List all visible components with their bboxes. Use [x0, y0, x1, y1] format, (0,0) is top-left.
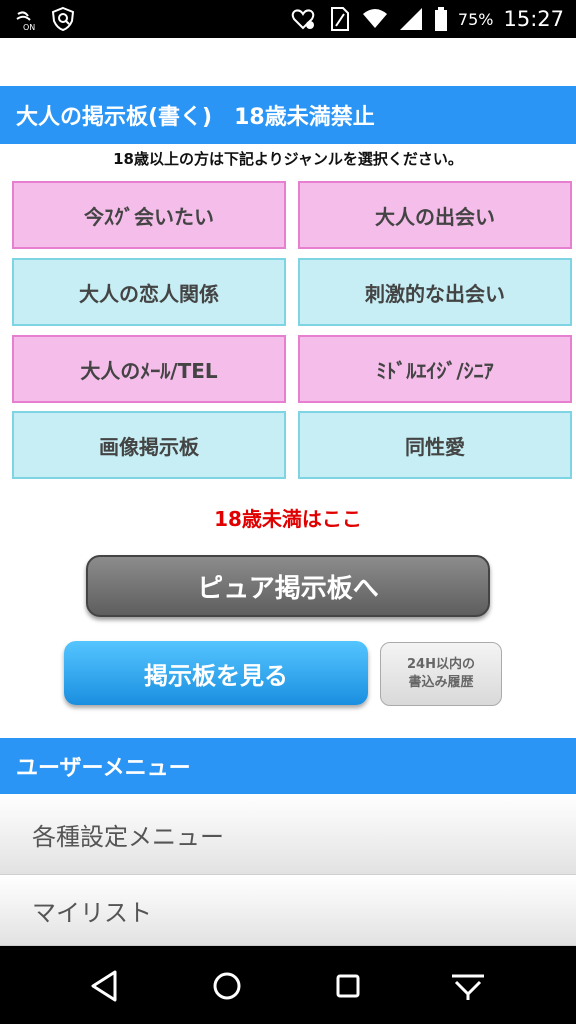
recents-icon[interactable]: [328, 966, 368, 1006]
home-icon[interactable]: [207, 966, 247, 1006]
genre-button[interactable]: 今ｽｸﾞ会いたい: [12, 181, 286, 249]
genre-button[interactable]: 画像掲示板: [12, 411, 286, 479]
status-bar: ON 75% 15:27: [0, 0, 576, 38]
view-board-button[interactable]: 掲示板を見る: [64, 641, 368, 705]
menu-item-mylist[interactable]: マイリスト: [0, 876, 576, 946]
history-button-line1: 24H以内の: [407, 657, 475, 673]
genre-button[interactable]: 刺激的な出会い: [298, 258, 572, 326]
navigation-bar: [0, 946, 576, 1024]
genre-button[interactable]: 同性愛: [298, 411, 572, 479]
shield-icon: [50, 6, 76, 32]
back-icon[interactable]: [85, 966, 125, 1006]
signal-icon: [398, 6, 424, 32]
wifi-icon: [362, 6, 388, 32]
under18-link[interactable]: 18歳未満はここ: [0, 503, 576, 532]
battery-icon: [434, 6, 448, 32]
pure-board-button[interactable]: ピュア掲示板へ: [86, 555, 490, 617]
battery-percent: 75%: [457, 9, 494, 29]
hide-navbar-icon[interactable]: [448, 966, 488, 1006]
page-title: 大人の掲示板(書く) 18歳未満禁止: [0, 86, 576, 144]
heart-alert-icon: [290, 6, 316, 32]
genre-instructions: 18歳以上の方は下記よりジャンルを選択ください。: [113, 150, 463, 168]
genre-button[interactable]: 大人のﾒｰﾙ/TEL: [12, 335, 286, 403]
clock: 15:27: [503, 7, 564, 31]
svg-text:ON: ON: [23, 23, 35, 32]
sim-icon: [326, 6, 352, 32]
genre-button[interactable]: ﾐﾄﾞﾙｴｲｼﾞ/ｼﾆｱ: [298, 335, 572, 403]
nfc-on-icon: ON: [14, 6, 40, 32]
genre-button[interactable]: 大人の恋人関係: [12, 258, 286, 326]
history-button-line2: 書込み履歴: [408, 675, 474, 690]
post-history-button[interactable]: 24H以内の 書込み履歴: [380, 642, 502, 706]
menu-item-settings[interactable]: 各種設定メニュー: [0, 795, 576, 875]
user-menu-title: ユーザーメニュー: [0, 738, 576, 794]
genre-button[interactable]: 大人の出会い: [298, 181, 572, 249]
